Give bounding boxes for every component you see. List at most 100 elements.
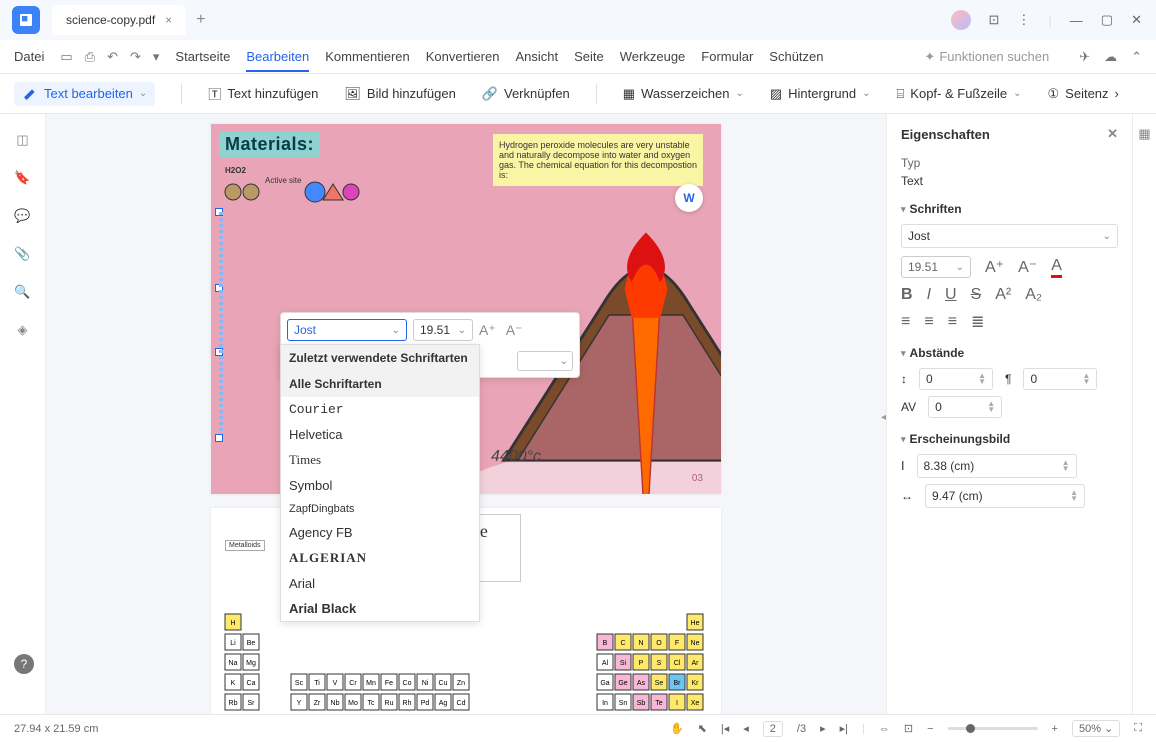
align-justify-icon[interactable]: ≣	[971, 312, 984, 332]
menu-konvertieren[interactable]: Konvertieren	[426, 49, 500, 64]
select-tool-icon[interactable]: ⬉	[698, 722, 707, 735]
new-tab-button[interactable]: +	[196, 11, 205, 29]
feedback-icon[interactable]: ⊡	[989, 12, 1000, 28]
stepper-icon[interactable]: ▲▼	[978, 373, 986, 385]
search-icon[interactable]: 🔍	[14, 284, 30, 300]
app-logo[interactable]	[12, 6, 40, 34]
font-option-symbol[interactable]: Symbol	[281, 473, 479, 498]
section-fonts[interactable]: Schriften	[901, 202, 1118, 216]
send-icon[interactable]: ✈	[1079, 49, 1090, 65]
superscript-icon[interactable]: A²	[995, 286, 1011, 304]
page-number-button[interactable]: ①Seitenz›	[1048, 86, 1119, 102]
add-image-button[interactable]: 🖼Bild hinzufügen	[344, 86, 455, 102]
next-page-icon[interactable]: ▸	[820, 722, 826, 735]
strikethrough-icon[interactable]: S	[971, 286, 982, 304]
font-option-courier[interactable]: Courier	[281, 397, 479, 422]
section-spacing[interactable]: Abstände	[901, 346, 1118, 360]
function-search[interactable]: ✦ Funktionen suchen	[924, 49, 1049, 65]
font-option-times[interactable]: Times	[281, 447, 479, 473]
line-spacing-input[interactable]: 0▲▼	[919, 368, 993, 390]
font-color-icon[interactable]: A	[1051, 257, 1062, 278]
fullscreen-icon[interactable]: ⛶	[1134, 722, 1142, 735]
menu-startseite[interactable]: Startseite	[175, 49, 230, 64]
document-tab[interactable]: science-copy.pdf ×	[52, 5, 186, 35]
chevron-up-icon[interactable]: ⌃	[1131, 49, 1142, 65]
fit-page-icon[interactable]: ⊡	[904, 722, 913, 735]
selection-handle[interactable]	[215, 434, 223, 442]
panel-size-select[interactable]: 19.51 ⌄	[901, 256, 971, 278]
document-canvas[interactable]: Materials: H2O2 Active site Hydrogen per…	[46, 114, 886, 714]
menu-seite[interactable]: Seite	[574, 49, 604, 64]
font-color-picker[interactable]: ⌄	[517, 351, 573, 371]
hand-tool-icon[interactable]: ✋	[670, 722, 684, 735]
font-option-helvetica[interactable]: Helvetica	[281, 422, 479, 447]
section-appearance[interactable]: Erscheinungsbild	[901, 432, 1118, 446]
menu-kommentieren[interactable]: Kommentieren	[325, 49, 410, 64]
zoom-in-icon[interactable]: +	[1052, 723, 1058, 735]
expand-right-icon[interactable]: ◂	[881, 412, 886, 423]
last-page-icon[interactable]: ▸|	[840, 722, 848, 735]
increase-font-icon[interactable]: A⁺	[479, 322, 496, 339]
italic-icon[interactable]: I	[927, 286, 931, 304]
font-family-select[interactable]: Jost ⌄	[287, 319, 407, 341]
properties-tab-icon[interactable]: ▦	[1138, 126, 1150, 142]
subscript-icon[interactable]: A₂	[1025, 286, 1042, 304]
menu-werkzeuge[interactable]: Werkzeuge	[620, 49, 686, 64]
open-icon[interactable]: ▭	[60, 49, 72, 65]
menu-schutzen[interactable]: Schützen	[769, 49, 823, 64]
print-icon[interactable]: ⎙	[85, 49, 95, 65]
fit-width-icon[interactable]: ⇔	[879, 723, 890, 735]
prev-page-icon[interactable]: ◂	[743, 722, 749, 735]
comments-icon[interactable]: 💬	[14, 208, 30, 224]
font-size-select[interactable]: 19.51 ⌄	[413, 319, 473, 341]
zoom-value[interactable]: 50% ⌄	[1072, 720, 1120, 737]
layers-icon[interactable]: ◈	[18, 322, 28, 338]
align-left-icon[interactable]: ≡	[901, 313, 910, 331]
zoom-slider[interactable]	[948, 727, 1038, 730]
bookmarks-icon[interactable]: 🔖	[14, 170, 30, 186]
undo-icon[interactable]: ↶	[107, 49, 118, 65]
watermark-button[interactable]: ▦Wasserzeichen⌄	[623, 86, 744, 102]
header-footer-button[interactable]: ⌸Kopf- & Fußzeile⌄	[896, 86, 1021, 102]
first-page-icon[interactable]: |◂	[721, 722, 729, 735]
background-button[interactable]: ▨Hintergrund⌄	[770, 86, 871, 102]
stepper-icon[interactable]: ▲▼	[1083, 373, 1091, 385]
bold-icon[interactable]: B	[901, 286, 913, 304]
align-center-icon[interactable]: ≡	[924, 313, 933, 331]
page-input[interactable]: 2	[763, 721, 783, 737]
menu-file[interactable]: Datei	[14, 49, 44, 64]
menu-bearbeiten[interactable]: Bearbeiten	[246, 49, 309, 72]
menu-ansicht[interactable]: Ansicht	[515, 49, 558, 64]
help-icon[interactable]: ?	[14, 654, 34, 674]
attachments-icon[interactable]: 📎	[14, 246, 30, 262]
maximize-icon[interactable]: ▢	[1101, 12, 1113, 28]
decrease-font-icon[interactable]: A⁻	[506, 322, 523, 339]
stepper-icon[interactable]: ▲▼	[1070, 490, 1078, 502]
link-button[interactable]: 🔗Verknüpfen	[482, 86, 570, 102]
width-input[interactable]: 8.38 (cm)▲▼	[917, 454, 1077, 478]
increase-font-icon[interactable]: A⁺	[985, 257, 1004, 277]
panel-font-select[interactable]: Jost ⌄	[901, 224, 1118, 248]
zoom-out-icon[interactable]: −	[927, 723, 933, 735]
char-spacing-input[interactable]: 0▲▼	[928, 396, 1002, 418]
minimize-icon[interactable]: —	[1070, 13, 1083, 28]
user-avatar-icon[interactable]	[951, 10, 971, 30]
menu-formular[interactable]: Formular	[701, 49, 753, 64]
more-icon[interactable]: ⋮	[1017, 12, 1030, 28]
close-panel-icon[interactable]: ✕	[1107, 126, 1118, 142]
stepper-icon[interactable]: ▲▼	[987, 401, 995, 413]
align-right-icon[interactable]: ≡	[948, 313, 957, 331]
dropdown-icon[interactable]: ▾	[153, 49, 160, 65]
font-option-zapfdingbats[interactable]: ZapfDingbats	[281, 498, 479, 520]
edit-text-button[interactable]: Text bearbeiten ⌄	[14, 82, 155, 106]
height-input[interactable]: 9.47 (cm)▲▼	[925, 484, 1085, 508]
font-option-agencyfb[interactable]: Agency FB	[281, 520, 479, 545]
close-window-icon[interactable]: ✕	[1131, 12, 1142, 28]
font-option-arial[interactable]: Arial	[281, 571, 479, 596]
close-tab-icon[interactable]: ×	[165, 13, 172, 27]
word-export-badge[interactable]: W	[675, 184, 703, 212]
stepper-icon[interactable]: ▲▼	[1062, 460, 1070, 472]
cloud-icon[interactable]: ☁	[1104, 49, 1117, 65]
font-option-algerian[interactable]: ALGERIAN	[281, 545, 479, 571]
para-spacing-input[interactable]: 0▲▼	[1023, 368, 1097, 390]
